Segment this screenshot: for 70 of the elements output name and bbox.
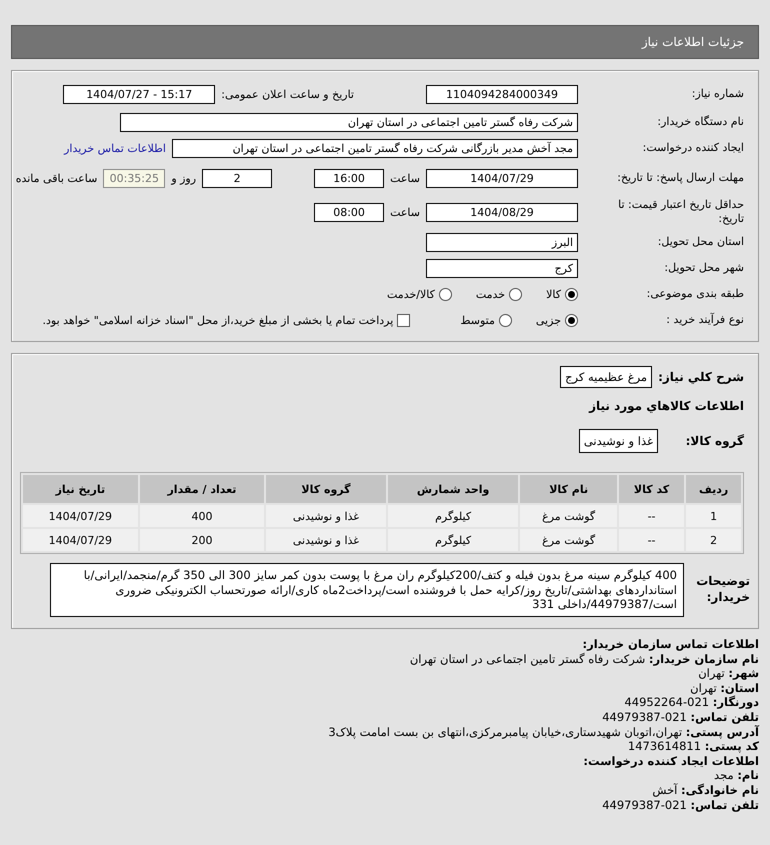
group-field: غذا و نوشیدنی	[578, 429, 658, 453]
section-heading: اطلاعات تماس سازمان خریدار:	[581, 637, 759, 652]
table-cell: غذا و نوشیدنی	[266, 529, 386, 551]
radio-option[interactable]: متوسط	[460, 314, 512, 326]
radio-option[interactable]: کالا	[546, 288, 578, 300]
field-label: روز و	[171, 172, 196, 184]
contact-line: استان: تهران	[689, 680, 759, 696]
need-number-field: 1104094284000349	[426, 84, 578, 104]
column-header: گروه کالا	[266, 475, 386, 503]
table-cell: 1404/07/29	[23, 505, 138, 527]
creator-field: مجد آخش مدیر بازرگانی شرکت رفاه گستر تامین اجتماعی در استان تهران	[172, 138, 578, 158]
days-field: 2	[202, 168, 272, 188]
column-header: تاریخ نیاز	[23, 475, 138, 503]
field-label: طبقه بندی موضوعی:	[646, 286, 744, 302]
table-cell: --	[618, 505, 684, 527]
date-field: 1404/08/29	[426, 202, 578, 222]
field-label: گروه کالا:	[684, 434, 744, 448]
contact-line: شهر: تهران	[697, 666, 759, 681]
table-cell: کیلوگرم	[388, 505, 518, 527]
field-label: شماره نیاز:	[690, 86, 744, 102]
field-label: مهلت ارسال پاسخ: تا تاریخ:	[616, 170, 744, 186]
buyer-field: شرکت رفاه گستر تامین اجتماعی در استان تهران	[120, 112, 578, 132]
table-cell: 200	[140, 529, 264, 551]
contact-line: نام سازمان خریدار: شرکت رفاه گستر تامین اجتماعی در استان تهران	[408, 652, 759, 666]
field-label: استان محل تحویل:	[656, 234, 744, 250]
column-header: ردیف	[686, 475, 741, 503]
table-cell: 2	[686, 529, 741, 551]
column-header: واحد شمارش	[388, 475, 518, 503]
city-field: کرج	[426, 258, 578, 278]
field-label: ساعت باقی مانده	[16, 172, 98, 184]
field-label: شرح کلي نياز:	[658, 370, 744, 384]
table-cell: --	[618, 529, 684, 551]
time-field: 16:00	[314, 168, 384, 188]
field-label: تاریخ و ساعت اعلان عمومی:	[221, 88, 354, 100]
field-label: شهر محل تحویل:	[663, 260, 744, 276]
table-cell: 1404/07/29	[23, 529, 138, 551]
announce-date-field: 1404/07/27 - 15:17	[63, 84, 216, 104]
column-header: تعداد / مقدار	[140, 475, 264, 503]
radio-option[interactable]: جزیی	[536, 314, 578, 326]
countdown-field: 00:35:25	[103, 168, 166, 188]
contact-line: آدرس پستی: تهران،اتوبان شهیدستاری،خیابان پیامبرمرکزی،انتهای بن بست امامت پلاک3	[327, 724, 759, 740]
section-heading: اطلاعات ایجاد کننده درخواست:	[582, 754, 759, 768]
table-cell: 1	[686, 505, 741, 527]
field-label: ایجاد کننده درخواست:	[642, 140, 744, 156]
treasury-checkbox[interactable]: پرداخت تمام یا بخشی از مبلغ خرید،از محل "اسناد خزانه اسلامی" خواهد بود.	[42, 314, 410, 326]
contact-link[interactable]: اطلاعات تماس خریدار	[64, 142, 166, 154]
contact-line: نام: مجد	[713, 768, 759, 783]
section-heading: اطلاعات كالاهاي مورد نياز	[589, 399, 744, 413]
contact-line: نام خانوادگی: آخش	[651, 782, 759, 798]
field-label: حداقل تاریخ اعتبار قیمت: تا تاریخ:	[617, 198, 744, 226]
field-label: نوع فرآیند خرید :	[665, 312, 744, 328]
province-field: البرز	[426, 232, 578, 252]
radio-option[interactable]: خدمت	[476, 288, 522, 300]
column-header: نام کالا	[520, 475, 617, 503]
table-cell: کیلوگرم	[388, 529, 518, 551]
time-field: 08:00	[314, 202, 384, 222]
field-label: نام دستگاه خریدار:	[656, 114, 744, 130]
buyer-notes: 400 کیلوگرم سینه مرغ بدون فیله و کتف/200کیلوگرم ران مرغ با پوست بدون کمر سایز 300 الی 350 گرم/منجمد/ایرانی/با استانداردهای بهداشتی/تاریخ روز/کرایه حمل با فروشنده است/پرداخت2ماه کاری/ارائه صورتحساب الکترونیکی ضروری است/44979387/داخلی 331	[50, 562, 684, 618]
table-cell: گوشت مرغ	[520, 505, 617, 527]
field-label: ساعت	[390, 172, 420, 184]
page-title: جزئیات اطلاعات نیاز	[642, 35, 744, 49]
date-field: 1404/07/29	[426, 168, 578, 188]
table-cell: 400	[140, 505, 264, 527]
field-label: ساعت	[390, 206, 420, 218]
summary-field: مرغ عظیمیه کرج	[560, 366, 652, 388]
radio-option[interactable]: کالا/خدمت	[387, 288, 452, 300]
column-header: کد کالا	[618, 475, 684, 503]
table-cell: غذا و نوشیدنی	[266, 505, 386, 527]
table-cell: گوشت مرغ	[520, 529, 617, 551]
field-label: توضیحات خریدار:	[695, 574, 750, 606]
